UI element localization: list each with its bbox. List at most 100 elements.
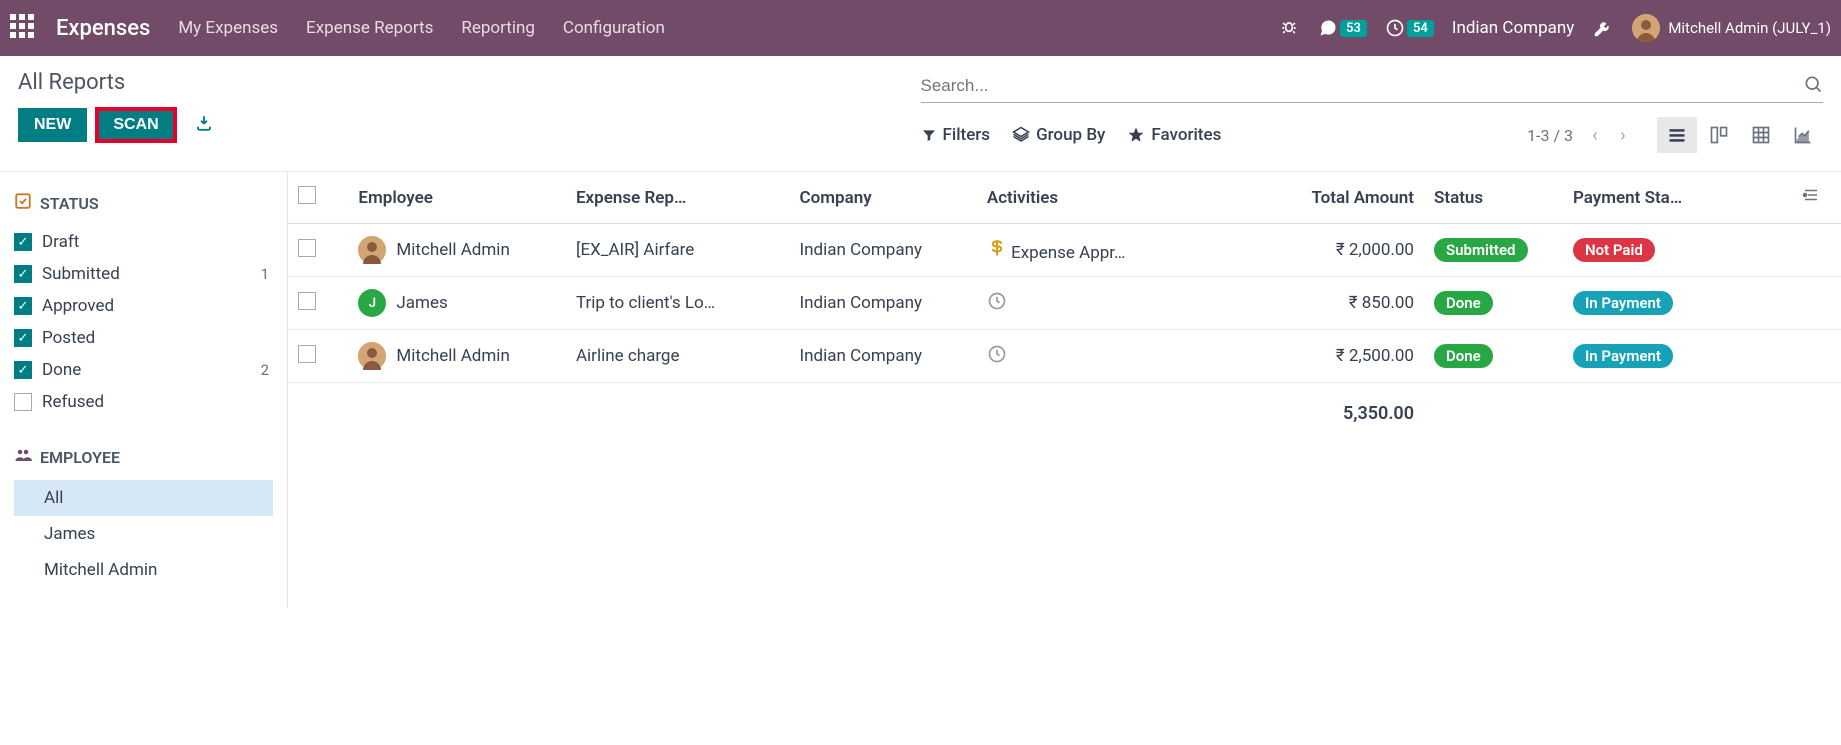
status-count: 1: [261, 265, 269, 283]
status-filter-item[interactable]: Done 2: [14, 354, 273, 386]
avatar: J: [358, 289, 386, 317]
view-pivot-button[interactable]: [1741, 117, 1781, 153]
pager-next[interactable]: ›: [1611, 125, 1635, 146]
favorites-label: Favorites: [1151, 125, 1221, 145]
new-button[interactable]: NEW: [18, 108, 87, 142]
checkbox[interactable]: [14, 297, 32, 315]
groupby-button[interactable]: Group By: [1012, 125, 1105, 145]
view-graph-button[interactable]: [1783, 117, 1823, 153]
table-row[interactable]: Mitchell Admin Airline charge Indian Com…: [288, 330, 1841, 383]
filters-label: Filters: [943, 125, 991, 145]
search-input[interactable]: [921, 72, 1804, 100]
top-navbar: Expenses My Expenses Expense Reports Rep…: [0, 0, 1841, 56]
th-payment[interactable]: Payment Sta…: [1563, 172, 1781, 224]
pager-prev[interactable]: ‹: [1583, 125, 1607, 146]
filter-sidebar: STATUS Draft Submitted 1 Approved Posted…: [0, 172, 288, 608]
nav-configuration[interactable]: Configuration: [563, 18, 665, 38]
view-list-button[interactable]: [1657, 117, 1697, 153]
employee-name: James: [396, 293, 447, 313]
employee-filter-item[interactable]: All: [14, 480, 273, 516]
report-name: [EX_AIR] Airfare: [566, 224, 790, 277]
status-filter-item[interactable]: Posted: [14, 322, 273, 354]
checkbox[interactable]: [14, 329, 32, 347]
avatar: [358, 236, 386, 264]
checkbox[interactable]: [14, 233, 32, 251]
table-row[interactable]: Mitchell Admin [EX_AIR] Airfare Indian C…: [288, 224, 1841, 277]
control-panel: All Reports NEW SCAN Filters Group By: [0, 56, 1841, 172]
th-report[interactable]: Expense Rep…: [566, 172, 790, 224]
tools-icon[interactable]: [1592, 17, 1614, 39]
status-badge: Done: [1434, 344, 1493, 368]
activity-icon[interactable]: [987, 243, 1007, 263]
nav-expense-reports[interactable]: Expense Reports: [306, 18, 433, 38]
favorites-button[interactable]: Favorites: [1127, 125, 1221, 145]
th-company[interactable]: Company: [790, 172, 977, 224]
search-bar: [921, 70, 1824, 103]
apps-grid-icon[interactable]: [10, 14, 38, 42]
status-filter-item[interactable]: Draft: [14, 226, 273, 258]
view-kanban-button[interactable]: [1699, 117, 1739, 153]
payment-badge: In Payment: [1573, 291, 1673, 315]
groupby-label: Group By: [1036, 125, 1105, 145]
employee-header-label: EMPLOYEE: [40, 448, 120, 467]
import-icon[interactable]: [195, 114, 213, 137]
status-label: Posted: [42, 328, 269, 348]
pager: 1-3 / 3 ‹ ›: [1527, 125, 1635, 146]
th-amount[interactable]: Total Amount: [1243, 172, 1424, 224]
bug-icon[interactable]: [1278, 17, 1300, 39]
checkbox[interactable]: [14, 265, 32, 283]
avatar: [1632, 14, 1660, 42]
filters-button[interactable]: Filters: [921, 125, 991, 145]
row-checkbox[interactable]: [298, 292, 316, 310]
payment-badge: In Payment: [1573, 344, 1673, 368]
payment-badge: Not Paid: [1573, 238, 1655, 262]
activities-count: 54: [1407, 20, 1434, 37]
employee-facet-header[interactable]: EMPLOYEE: [14, 446, 273, 468]
status-filter-item[interactable]: Approved: [14, 290, 273, 322]
report-name: Airline charge: [566, 330, 790, 383]
company-name: Indian Company: [790, 277, 977, 330]
status-check-icon: [14, 192, 32, 214]
th-employee[interactable]: Employee: [348, 172, 566, 224]
checkbox[interactable]: [14, 361, 32, 379]
avatar: [358, 342, 386, 370]
status-header-label: STATUS: [40, 194, 99, 213]
company-name: Indian Company: [790, 330, 977, 383]
nav-menu: My Expenses Expense Reports Reporting Co…: [178, 18, 1278, 38]
messages-button[interactable]: 53: [1318, 18, 1367, 38]
activities-button[interactable]: 54: [1385, 18, 1434, 38]
company-switcher[interactable]: Indian Company: [1452, 18, 1574, 38]
status-badge: Done: [1434, 291, 1493, 315]
activity-icon[interactable]: [987, 349, 1007, 369]
table-row[interactable]: J James Trip to client's Lo… Indian Compa…: [288, 277, 1841, 330]
scan-button[interactable]: SCAN: [95, 107, 176, 143]
row-checkbox[interactable]: [298, 345, 316, 363]
employee-filter-item[interactable]: Mitchell Admin: [14, 552, 273, 588]
status-facet-header[interactable]: STATUS: [14, 192, 273, 214]
list-view: Employee Expense Rep… Company Activities…: [288, 172, 1841, 608]
activity-icon[interactable]: [987, 296, 1007, 316]
nav-my-expenses[interactable]: My Expenses: [178, 18, 278, 38]
status-badge: Submitted: [1434, 238, 1528, 262]
select-all-checkbox[interactable]: [298, 186, 316, 204]
employee-name: Mitchell Admin: [396, 346, 509, 366]
pager-range[interactable]: 1-3 / 3: [1527, 126, 1573, 145]
th-status[interactable]: Status: [1424, 172, 1563, 224]
total-amount: 5,350.00: [1243, 383, 1424, 445]
status-label: Submitted: [42, 264, 261, 284]
status-count: 2: [261, 361, 269, 379]
nav-reporting[interactable]: Reporting: [461, 18, 535, 38]
th-options[interactable]: [1781, 172, 1841, 224]
row-checkbox[interactable]: [298, 239, 316, 257]
th-activities[interactable]: Activities: [977, 172, 1243, 224]
search-icon[interactable]: [1803, 74, 1823, 98]
user-menu[interactable]: Mitchell Admin (JULY_1): [1632, 14, 1831, 42]
employee-filter-item[interactable]: James: [14, 516, 273, 552]
report-name: Trip to client's Lo…: [566, 277, 790, 330]
checkbox[interactable]: [14, 393, 32, 411]
status-filter-item[interactable]: Submitted 1: [14, 258, 273, 290]
status-filter-item[interactable]: Refused: [14, 386, 273, 418]
company-name: Indian Company: [790, 224, 977, 277]
user-name: Mitchell Admin (JULY_1): [1668, 19, 1831, 37]
amount: ₹ 2,000.00: [1243, 224, 1424, 277]
